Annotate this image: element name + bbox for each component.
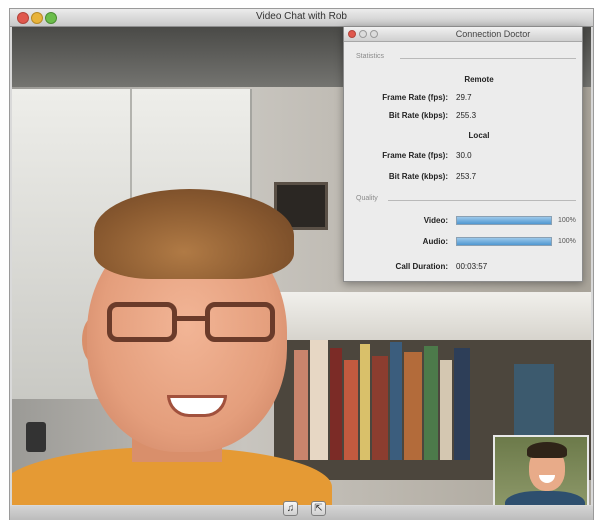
video-quality-bar (456, 216, 552, 225)
remote-frame-rate-label: Frame Rate (fps): (382, 93, 448, 102)
video-glasses-bridge (175, 316, 207, 321)
video-quality-fill (457, 217, 551, 224)
panel-minimize-button[interactable] (359, 30, 367, 38)
video-book (360, 344, 370, 460)
audio-quality-percent: 100% (558, 238, 576, 245)
quality-section-label: Quality (356, 195, 378, 202)
remote-bit-rate-value: 255.3 (456, 111, 477, 120)
video-person-hair (94, 189, 294, 279)
video-book (404, 352, 422, 460)
video-book (344, 360, 358, 460)
window-title: Video Chat with Rob (256, 11, 347, 22)
local-frame-rate-label: Frame Rate (fps): (382, 151, 448, 160)
call-duration-label: Call Duration: (395, 262, 448, 271)
video-lamp (26, 422, 46, 452)
video-book (330, 348, 342, 460)
local-bit-rate-value: 253.7 (456, 172, 477, 181)
remote-header: Remote (464, 75, 494, 84)
video-book (390, 342, 402, 460)
video-quality-percent: 100% (558, 217, 576, 224)
self-view-pip[interactable] (493, 435, 589, 505)
panel-close-button[interactable] (348, 30, 356, 38)
local-header: Local (468, 131, 490, 140)
statistics-section-label: Statistics (356, 53, 385, 60)
video-book (440, 360, 452, 460)
remote-frame-rate-value: 29.7 (456, 93, 472, 102)
statistics-divider (400, 58, 576, 59)
video-book (454, 348, 470, 460)
microphone-icon[interactable]: ♫ (283, 501, 298, 516)
video-shelf (274, 292, 591, 340)
video-book (372, 356, 388, 460)
panel-zoom-button[interactable] (370, 30, 378, 38)
audio-quality-bar (456, 237, 552, 246)
audio-quality-fill (457, 238, 551, 245)
video-book (294, 350, 308, 460)
window-titlebar[interactable]: Video Chat with Rob (10, 9, 593, 27)
connection-doctor-panel: Connection Doctor Statistics Remote Fram… (343, 26, 583, 282)
call-duration-value: 00:03:57 (456, 262, 488, 271)
connection-doctor-titlebar[interactable]: Connection Doctor (344, 27, 582, 42)
video-glasses-lens (205, 302, 275, 342)
video-person-glasses (107, 302, 289, 350)
local-bit-rate-label: Bit Rate (kbps): (388, 172, 448, 181)
pip-person-hair (527, 442, 567, 458)
fullscreen-icon[interactable]: ⇱ (311, 501, 326, 516)
connection-doctor-title: Connection Doctor (455, 29, 531, 39)
pip-person-shirt (505, 491, 585, 505)
remote-bit-rate-label: Bit Rate (kbps): (388, 111, 448, 120)
video-glasses-lens (107, 302, 177, 342)
quality-divider (388, 200, 576, 201)
video-book (424, 346, 438, 460)
local-frame-rate-value: 30.0 (456, 151, 472, 160)
control-bar (10, 506, 593, 520)
video-book (310, 340, 328, 460)
video-quality-label: Video: (423, 216, 448, 225)
audio-quality-label: Audio: (422, 237, 448, 246)
